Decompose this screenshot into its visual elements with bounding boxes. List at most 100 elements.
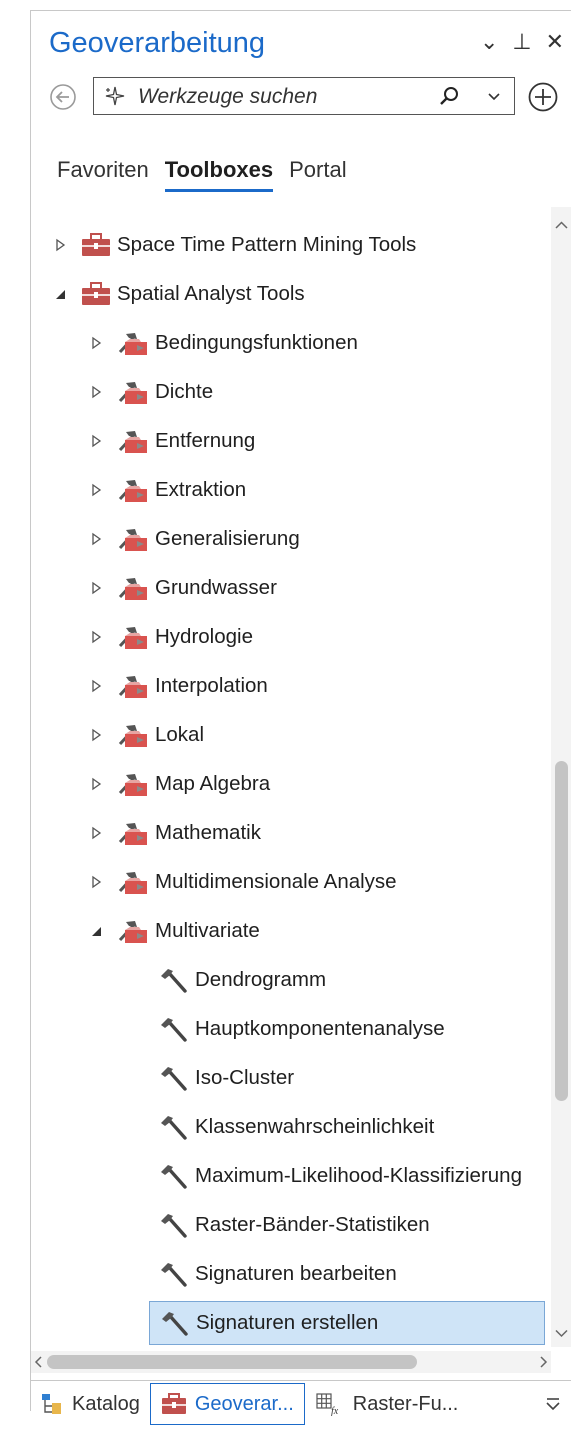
horizontal-scroll-thumb[interactable] — [47, 1355, 417, 1369]
expand-arrow-icon[interactable] — [89, 385, 103, 399]
toolbox-tree: Space Time Pattern Mining Tools Spatial A… — [31, 207, 553, 1347]
hammer-icon — [161, 1018, 187, 1042]
chevron-left-icon[interactable] — [31, 1351, 45, 1373]
sparkle-icon — [105, 86, 125, 106]
expand-arrow-icon[interactable] — [89, 581, 103, 595]
tree-item[interactable]: Extraktion — [89, 468, 246, 512]
tree-item-label: Extraktion — [155, 478, 247, 501]
collapse-arrow-icon[interactable] — [89, 924, 103, 938]
tree-item[interactable]: Hauptkomponentenanalyse — [157, 1007, 445, 1051]
toolset-icon — [118, 382, 147, 404]
tree-item-label: Dendrogramm — [195, 968, 327, 991]
tree-item-label: Map Algebra — [155, 772, 271, 795]
tree-item[interactable]: Generalisierung — [89, 517, 300, 561]
tree-item[interactable]: Dendrogramm — [157, 958, 326, 1002]
horizontal-scrollbar[interactable] — [31, 1351, 551, 1373]
chevron-down-icon[interactable] — [486, 88, 502, 104]
expand-arrow-icon[interactable] — [89, 532, 103, 546]
hammer-icon — [161, 1214, 187, 1238]
tree-item[interactable]: Entfernung — [89, 419, 255, 463]
toolbox-icon — [82, 233, 110, 256]
tab-raster-funktionen-label: Raster-Fu... — [352, 1392, 459, 1415]
tab-katalog-label: Katalog — [72, 1392, 140, 1415]
expand-arrow-icon[interactable] — [53, 238, 67, 252]
hammer-icon — [161, 969, 187, 993]
tree-item[interactable]: Lokal — [89, 713, 204, 757]
toolbox-icon — [161, 1393, 186, 1414]
tree-item-label: Iso-Cluster — [195, 1066, 295, 1089]
tree-item[interactable]: Space Time Pattern Mining Tools — [53, 223, 416, 267]
pane-title: Geoverarbeitung — [49, 27, 266, 59]
tree-item[interactable]: Spatial Analyst Tools — [53, 272, 305, 316]
search-icon[interactable] — [438, 85, 460, 107]
tab-katalog[interactable]: Katalog — [30, 1382, 150, 1426]
tree-item[interactable]: Grundwasser — [89, 566, 277, 610]
expand-arrow-icon[interactable] — [89, 483, 103, 497]
tree-item-label: Interpolation — [155, 674, 268, 697]
tree-item-label: Klassenwahrscheinlichkeit — [195, 1115, 435, 1138]
expand-arrow-icon[interactable] — [89, 336, 103, 350]
tree-item-label: Signaturen bearbeiten — [195, 1262, 397, 1285]
expand-arrow-icon[interactable] — [89, 434, 103, 448]
tree-item[interactable]: Map Algebra — [89, 762, 270, 806]
tab-toolboxes[interactable]: Toolboxes — [164, 157, 274, 192]
tab-favoriten[interactable]: Favoriten — [57, 157, 149, 192]
tree-item[interactable]: Mathematik — [89, 811, 261, 855]
expand-arrow-icon[interactable] — [89, 777, 103, 791]
tree-item-label: Spatial Analyst Tools — [117, 282, 305, 305]
tree-item[interactable]: Signaturen erstellen — [149, 1301, 545, 1345]
tree-item[interactable]: Maximum-Likelihood-Klassifizierung — [157, 1154, 522, 1198]
tab-geoverarbeitung[interactable]: Geoverar... — [149, 1383, 305, 1425]
tree-item-label: Dichte — [155, 380, 214, 403]
tree-item-label: Multidimensionale Analyse — [155, 870, 397, 893]
toolset-icon — [118, 578, 147, 600]
vertical-scrollbar[interactable] — [551, 207, 571, 1347]
tree-item[interactable]: Klassenwahrscheinlichkeit — [157, 1105, 434, 1149]
tree-item[interactable]: Multivariate — [89, 909, 260, 953]
hammer-icon — [161, 1116, 187, 1140]
expand-arrow-icon[interactable] — [89, 728, 103, 742]
toolset-icon — [118, 725, 147, 747]
bottom-tab-bar: Katalog Geoverar... fx Raster-Fu... — [30, 1380, 571, 1427]
chevron-down-icon[interactable]: ⌄ — [480, 29, 498, 55]
chevron-up-icon[interactable] — [551, 215, 571, 235]
chevron-right-icon[interactable] — [537, 1351, 551, 1373]
tree-item[interactable]: Bedingungsfunktionen — [89, 321, 358, 365]
view-tabs: Favoriten Toolboxes Portal — [57, 157, 347, 192]
chevron-down-icon[interactable] — [551, 1323, 571, 1343]
expand-arrow-icon[interactable] — [89, 679, 103, 693]
expand-arrow-icon[interactable] — [89, 630, 103, 644]
catalog-icon — [42, 1394, 61, 1414]
collapse-arrow-icon[interactable] — [53, 287, 67, 301]
search-input[interactable]: Werkzeuge suchen — [93, 77, 515, 115]
pin-icon[interactable]: ⊥ — [512, 29, 531, 55]
tree-item-label: Entfernung — [155, 429, 256, 452]
tree-item-label: Raster-Bänder-Statistiken — [195, 1213, 430, 1236]
overflow-menu-icon[interactable] — [543, 1394, 563, 1414]
toolset-icon — [118, 480, 147, 502]
tree-item[interactable]: Multidimensionale Analyse — [89, 860, 397, 904]
expand-arrow-icon[interactable] — [89, 875, 103, 889]
tab-portal[interactable]: Portal — [289, 157, 346, 192]
tree-item[interactable]: Raster-Bänder-Statistiken — [157, 1203, 430, 1247]
vertical-scroll-thumb[interactable] — [555, 761, 568, 1101]
tree-item[interactable]: Interpolation — [89, 664, 268, 708]
tree-item[interactable]: Hydrologie — [89, 615, 253, 659]
tree-item-label: Hauptkomponentenanalyse — [195, 1017, 445, 1040]
expand-arrow-icon[interactable] — [89, 826, 103, 840]
hammer-icon — [161, 1263, 187, 1287]
back-arrow-icon[interactable] — [49, 83, 77, 111]
tree-item-label: Grundwasser — [155, 576, 277, 599]
add-icon[interactable] — [527, 81, 559, 113]
svg-text:fx: fx — [331, 1406, 339, 1416]
tree-item[interactable]: Signaturen bearbeiten — [157, 1252, 397, 1296]
tree-item[interactable]: Dichte — [89, 370, 213, 414]
close-icon[interactable]: ✕ — [546, 29, 564, 55]
tree-item-label: Space Time Pattern Mining Tools — [117, 233, 417, 256]
hammer-icon — [161, 1067, 187, 1091]
geoprocessing-pane: Geoverarbeitung ⌄ ⊥ ✕ Werkzeuge suchen F… — [30, 10, 571, 1411]
tree-item[interactable]: Iso-Cluster — [157, 1056, 294, 1100]
tab-raster-funktionen[interactable]: fx Raster-Fu... — [305, 1382, 469, 1426]
tree-item-label: Multivariate — [155, 919, 260, 942]
toolset-icon — [118, 333, 147, 355]
